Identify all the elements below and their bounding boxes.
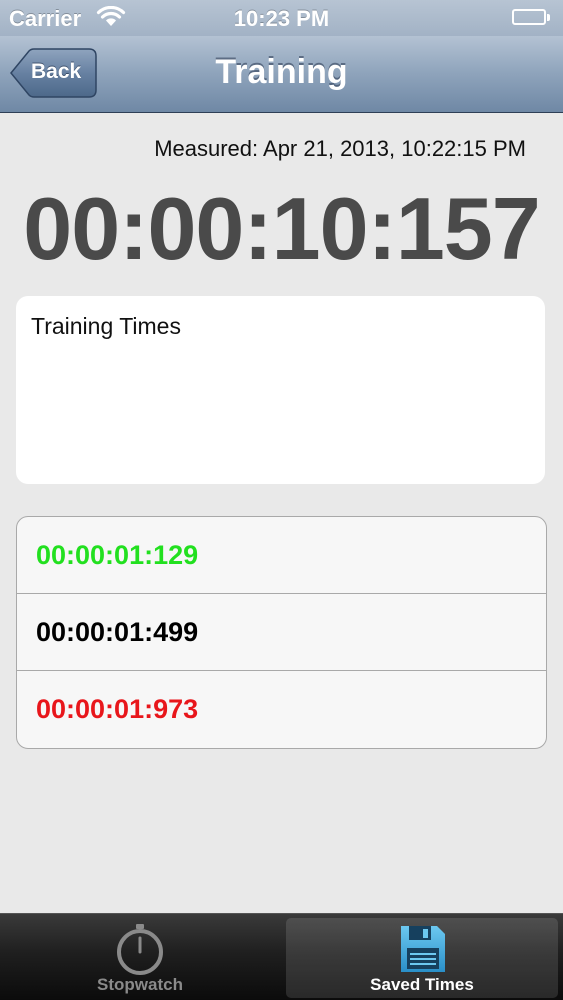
time-value: 00:00:01:973: [36, 694, 199, 724]
floppy-disk-icon: [396, 922, 448, 981]
total-time-display: 00:00:10:157: [23, 179, 540, 278]
saved-times-list: 00:00:01:129 00:00:01:499 00:00:01:973: [16, 516, 547, 749]
navigation-bar: Back Training: [0, 36, 563, 113]
tab-saved-times[interactable]: Saved Times: [286, 918, 558, 998]
time-row[interactable]: 00:00:01:129: [17, 517, 546, 594]
tab-stopwatch-label: Stopwatch: [97, 975, 183, 994]
notes-text-area[interactable]: Training Times: [16, 296, 545, 484]
status-bar: Carrier 10:23 PM: [0, 0, 563, 36]
page-title: Training: [215, 53, 348, 91]
battery-icon: [512, 9, 554, 27]
tab-bar: Stopwatch Saved Times: [0, 913, 563, 1000]
time-value: 00:00:01:129: [36, 539, 199, 570]
time-value: 00:00:01:499: [36, 616, 199, 647]
clock-label: 10:23 PM: [233, 6, 330, 31]
stopwatch-icon: [114, 922, 166, 981]
measured-timestamp: Measured: Apr 21, 2013, 10:22:15 PM: [154, 136, 526, 161]
tab-saved-times-label: Saved Times: [370, 975, 474, 994]
notes-text: Training Times: [31, 313, 181, 339]
time-row[interactable]: 00:00:01:499: [17, 594, 546, 671]
tab-stopwatch[interactable]: Stopwatch: [4, 918, 276, 998]
time-row[interactable]: 00:00:01:973: [17, 671, 546, 748]
